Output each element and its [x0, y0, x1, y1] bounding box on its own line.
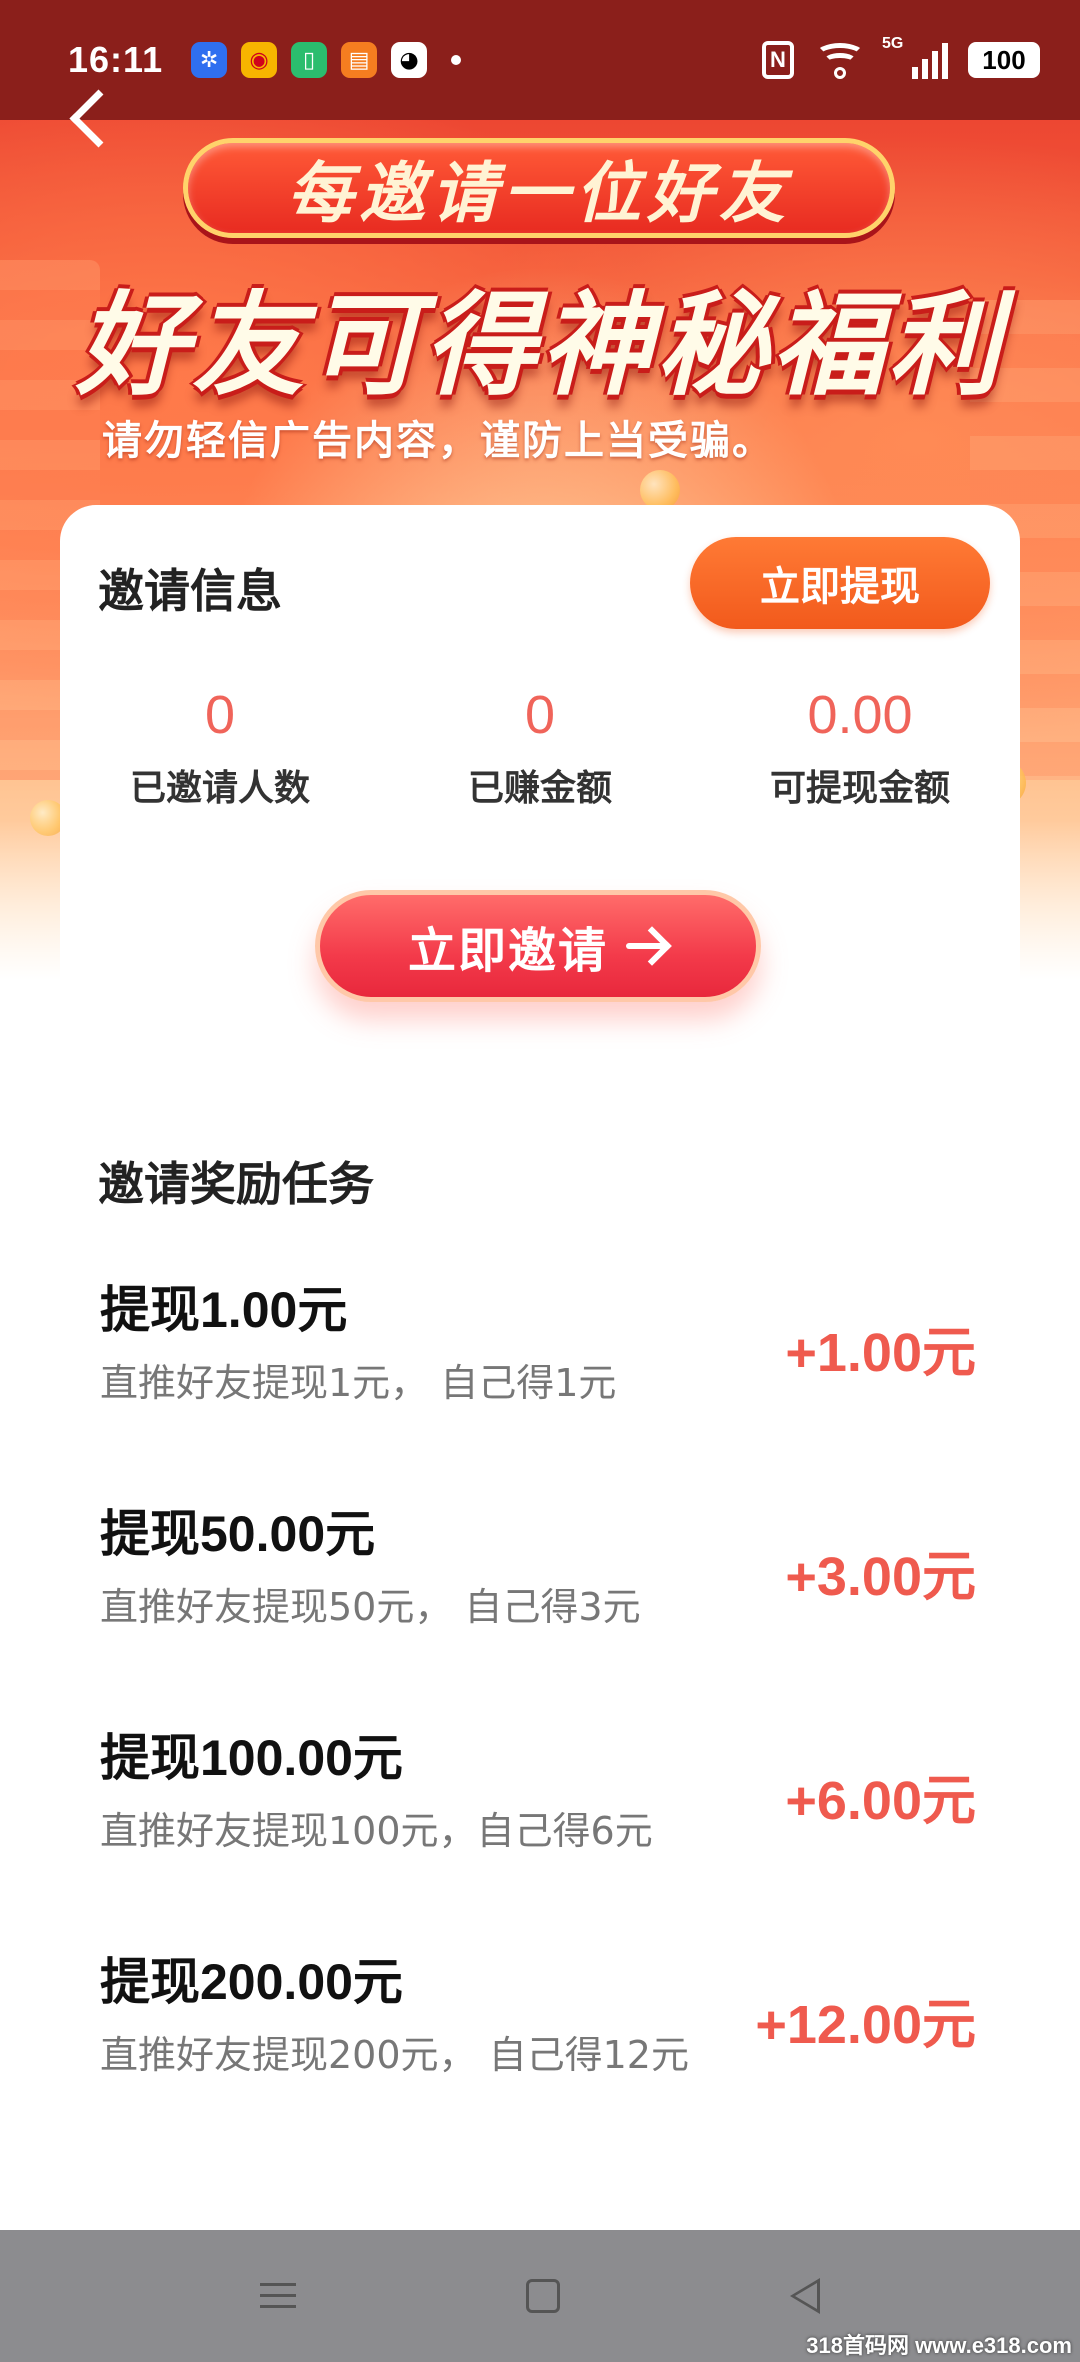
task-title: 提现200.00元	[100, 1954, 403, 2010]
stat-label: 已邀请人数	[129, 768, 310, 809]
stat-value: 0	[204, 685, 236, 745]
weibo-app-icon: ◉	[241, 42, 278, 78]
task-description: 直推好友提现50元， 自己得3元	[100, 1585, 641, 1629]
nfc-icon: N	[762, 41, 794, 79]
more-notifications-dot	[451, 55, 462, 65]
invite-now-label: 立即邀请	[407, 923, 608, 979]
battery-icon: 100	[968, 42, 1040, 78]
task-reward: +6.00元	[785, 1771, 976, 1831]
clock: 16:11	[68, 39, 164, 80]
task-description: 直推好友提现200元， 自己得12元	[100, 2033, 689, 2077]
task-item: 提现50.00元 直推好友提现50元， 自己得3元 +3.00元	[100, 1494, 980, 1644]
pinwheel-app-icon: ✲	[191, 42, 228, 78]
wifi-icon	[814, 41, 866, 79]
recent-apps-icon[interactable]	[260, 2281, 296, 2311]
task-title: 提现100.00元	[100, 1730, 403, 1786]
stat-withdrawable-amount: 0.00 可提现金额	[700, 685, 1020, 811]
battery-app-icon: ▯	[291, 42, 328, 78]
task-reward: +1.00元	[785, 1323, 976, 1383]
banner-main-title: 好友可得神秘福利	[76, 281, 1004, 411]
network-type: 5G	[882, 35, 904, 52]
task-item: 提现1.00元 直推好友提现1元， 自己得1元 +1.00元	[100, 1270, 980, 1420]
stat-label: 可提现金额	[769, 768, 950, 809]
stat-invited-count: 0 已邀请人数	[60, 685, 380, 811]
invite-info-card: 邀请信息 立即提现 0 已邀请人数 0 已赚金额 0.00 可提现金额 立即邀请	[60, 505, 1020, 1035]
stat-label: 已赚金额	[467, 768, 612, 809]
back-button[interactable]	[60, 88, 120, 148]
qq-app-icon: ◕	[391, 42, 428, 78]
book-app-icon: ▤	[341, 42, 378, 78]
task-reward: +3.00元	[785, 1547, 976, 1607]
task-description: 直推好友提现1元， 自己得1元	[100, 1361, 617, 1405]
task-description: 直推好友提现100元，自己得6元	[100, 1809, 653, 1853]
stat-value: 0.00	[807, 685, 913, 745]
coin-decoration	[640, 470, 680, 510]
task-title: 提现1.00元	[100, 1282, 348, 1338]
tasks-heading: 邀请奖励任务	[98, 1157, 374, 1211]
stat-earned-amount: 0 已赚金额	[380, 685, 700, 811]
watermark: 318首码网 www.e318.com	[806, 2333, 1072, 2358]
fraud-warning: 请勿轻信广告内容，谨防上当受骗。	[102, 418, 774, 464]
home-icon[interactable]	[526, 2279, 560, 2313]
card-heading: 邀请信息	[98, 564, 282, 618]
arrow-right-icon	[626, 929, 668, 963]
task-item: 提现200.00元 直推好友提现200元， 自己得12元 +12.00元	[100, 1942, 980, 2092]
withdraw-button[interactable]: 立即提现	[690, 537, 990, 629]
task-reward: +12.00元	[755, 1995, 976, 2055]
status-bar: 16:11 ✲ ◉ ▯ ▤ ◕ N 5G 100	[0, 0, 1080, 120]
invite-now-button[interactable]: 立即邀请	[315, 890, 761, 1002]
task-item: 提现100.00元 直推好友提现100元，自己得6元 +6.00元	[100, 1718, 980, 1868]
task-title: 提现50.00元	[100, 1506, 376, 1562]
stat-value: 0	[524, 685, 556, 745]
banner-pill-title: 每邀请一位好友	[183, 138, 895, 238]
back-triangle-icon[interactable]	[790, 2278, 820, 2314]
signal-icon: 5G	[882, 35, 948, 79]
